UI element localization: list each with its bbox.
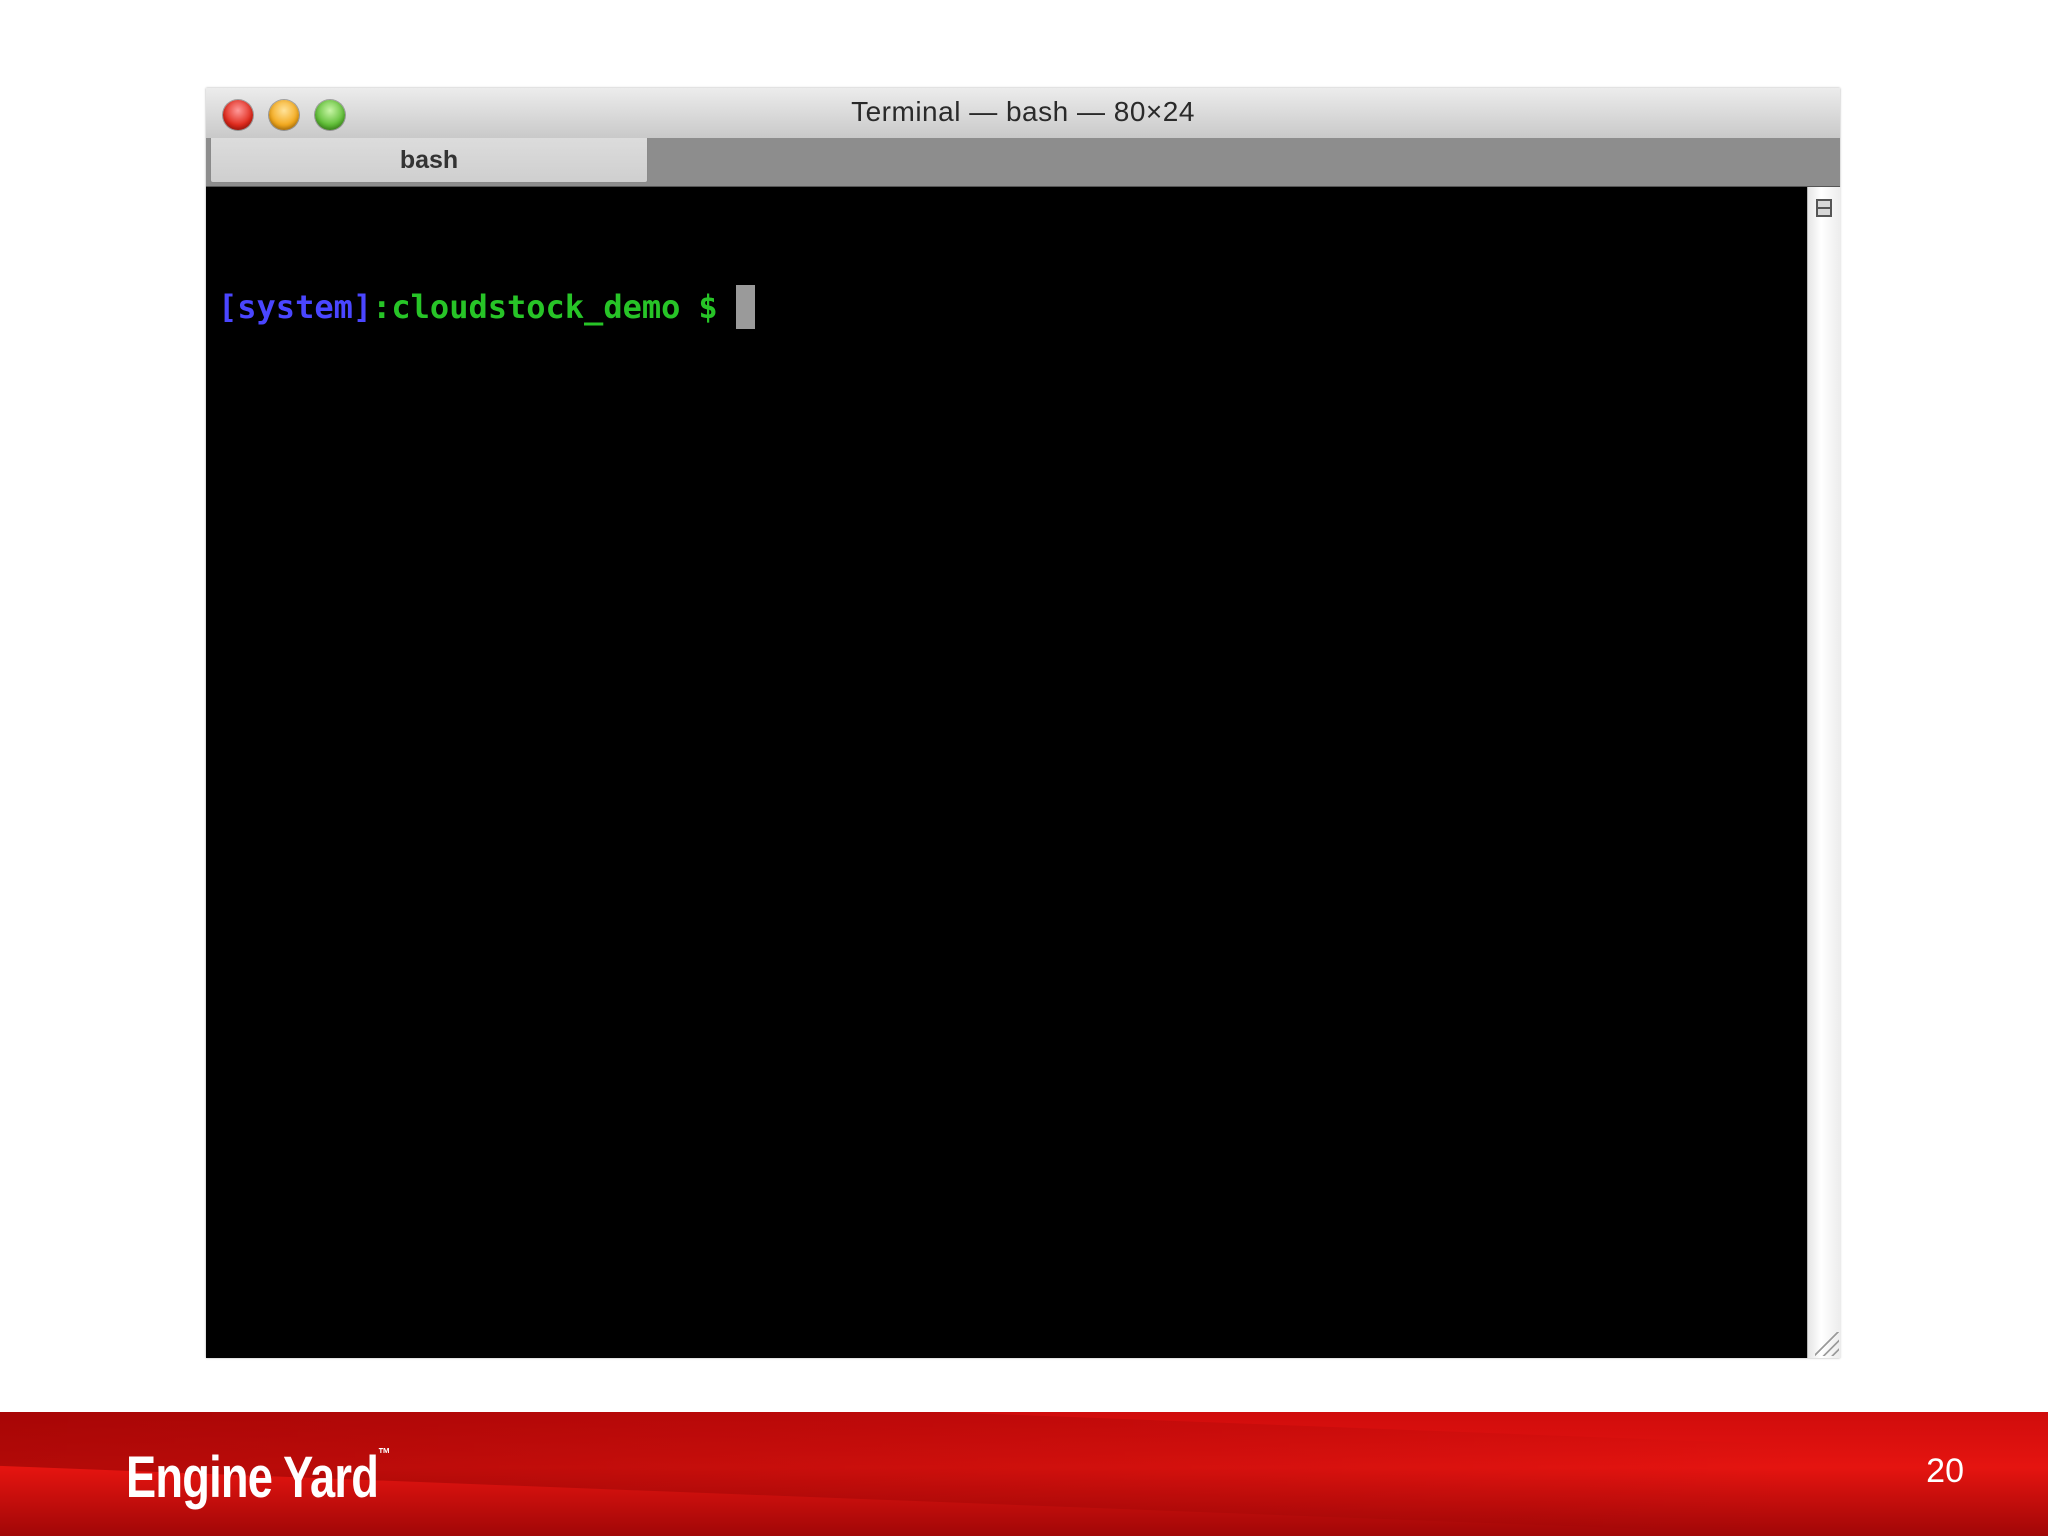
trademark-mark: ™ [378,1446,390,1463]
tab-bash[interactable]: bash [210,138,648,183]
prompt-user: [system] [218,288,373,326]
logo-text: Engine Yard [126,1445,379,1510]
terminal-output[interactable]: [system]:cloudstock_demo $ [206,187,1807,1358]
prompt-symbol: $ [698,288,718,326]
tab-bar: bash [206,138,1840,187]
text-cursor [735,285,755,329]
vertical-scrollbar[interactable] [1807,187,1841,1358]
window-title: Terminal — bash — 80×24 [851,96,1195,127]
window-titlebar[interactable]: Terminal — bash — 80×24 [206,88,1840,139]
prompt-path: :cloudstock_demo [372,288,681,326]
split-pane-icon[interactable] [1816,199,1832,217]
page-number: 20 [1926,1452,1964,1490]
engine-yard-logo: Engine Yard™ [126,1444,391,1511]
slide-footer: Engine Yard™ 20 [0,1412,2048,1536]
resize-grip-icon[interactable] [1815,1332,1839,1356]
prompt-line: [system]:cloudstock_demo $ [218,285,755,329]
terminal-window: Terminal — bash — 80×24 bash [system]:cl… [206,88,1841,1358]
